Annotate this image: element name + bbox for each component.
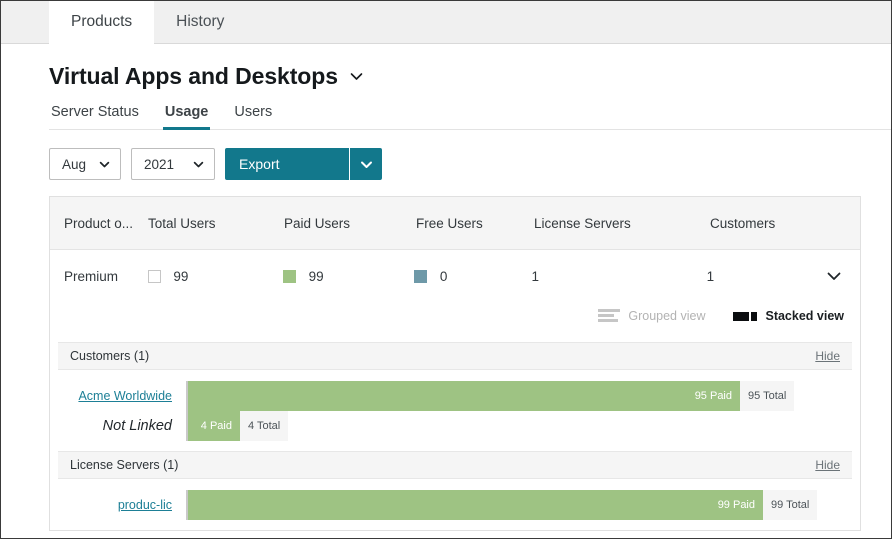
- subtab-usage[interactable]: Usage: [163, 104, 211, 130]
- table-header-row: Product o... Total Users Paid Users Free…: [50, 197, 860, 250]
- license-server-link-produc-lic[interactable]: produc-lic: [118, 498, 172, 512]
- stacked-bar-icon: [733, 312, 757, 321]
- bar-paid-label: 4 Paid: [201, 420, 232, 432]
- paid-users-value: 99: [309, 269, 324, 284]
- column-header-license-servers: License Servers: [534, 216, 710, 231]
- table-row[interactable]: Premium 99 99 0 1 1: [50, 250, 860, 302]
- column-header-total-users: Total Users: [148, 216, 284, 231]
- cell-free-users: 0: [414, 269, 531, 284]
- bar-paid-label: 95 Paid: [695, 390, 732, 402]
- bar-total-label: 95 Total: [740, 381, 794, 411]
- bar-paid-label: 99 Paid: [718, 499, 755, 511]
- page-title: Virtual Apps and Desktops: [49, 63, 338, 90]
- bar-group: 4 Paid 4 Total: [188, 411, 288, 441]
- export-button[interactable]: Export: [225, 148, 349, 180]
- cell-product: Premium: [50, 269, 148, 284]
- bar-paid[interactable]: 4 Paid: [188, 411, 240, 441]
- cell-paid-users: 99: [283, 269, 414, 284]
- column-header-free-users: Free Users: [416, 216, 534, 231]
- chart-view-toggle: Grouped view Stacked view: [50, 302, 860, 342]
- not-linked-label: Not Linked: [103, 418, 172, 434]
- year-select[interactable]: 2021: [131, 148, 215, 180]
- chart-area-license-servers: produc-lic 99 Paid 99 Total: [50, 479, 860, 530]
- chevron-down-icon: [192, 158, 205, 171]
- bar-group: 95 Paid 95 Total: [188, 381, 794, 411]
- tab-history[interactable]: History: [154, 1, 246, 43]
- export-dropdown-toggle[interactable]: [349, 148, 382, 180]
- chart-row-label-produc-lic: produc-lic: [58, 490, 186, 520]
- section-title-license-servers: License Servers (1): [70, 458, 178, 472]
- hide-link-license-servers[interactable]: Hide: [815, 458, 840, 472]
- usage-card: Product o... Total Users Paid Users Free…: [49, 196, 861, 531]
- bar-total-label: 99 Total: [763, 490, 817, 520]
- sub-tab-bar: Server Status Usage Users: [49, 104, 891, 130]
- tab-products[interactable]: Products: [49, 1, 154, 44]
- grouped-bars-icon: [598, 309, 620, 324]
- grouped-view-option[interactable]: Grouped view: [598, 309, 705, 324]
- column-header-paid-users: Paid Users: [284, 216, 416, 231]
- row-expand-toggle[interactable]: [824, 266, 860, 286]
- bar-total-label: 4 Total: [240, 411, 288, 441]
- free-users-value: 0: [440, 269, 448, 284]
- total-users-value: 99: [173, 269, 188, 284]
- bar-group: 99 Paid 99 Total: [188, 490, 817, 520]
- bar-paid[interactable]: 99 Paid: [188, 490, 763, 520]
- section-title-customers: Customers (1): [70, 349, 149, 363]
- chevron-down-icon[interactable]: [348, 68, 365, 85]
- chevron-down-icon: [98, 158, 111, 171]
- chart-plot: 99 Paid 99 Total: [186, 490, 852, 520]
- bar-paid[interactable]: 95 Paid: [188, 381, 740, 411]
- column-header-customers: Customers: [710, 216, 828, 231]
- chart-row-label-acme: Acme Worldwide: [58, 381, 186, 411]
- page-title-row: Virtual Apps and Desktops: [49, 44, 891, 90]
- column-header-product: Product o...: [50, 216, 148, 231]
- subtab-server-status[interactable]: Server Status: [49, 104, 141, 130]
- month-select-value: Aug: [62, 157, 86, 172]
- cell-license-servers: 1: [532, 269, 707, 284]
- chart-row-label-not-linked: Not Linked: [58, 411, 186, 441]
- chart-plot: 95 Paid 95 Total: [186, 381, 852, 411]
- section-header-customers: Customers (1) Hide: [58, 342, 852, 370]
- chart-row: Not Linked 4 Paid 4 Total: [58, 411, 852, 451]
- top-tab-bar: Products History: [1, 1, 891, 44]
- chart-plot: 4 Paid 4 Total: [186, 411, 852, 441]
- paid-users-swatch-icon: [283, 270, 296, 283]
- page-body: Virtual Apps and Desktops Server Status …: [1, 44, 891, 538]
- export-button-group: Export: [225, 148, 382, 180]
- grouped-view-label: Grouped view: [628, 309, 705, 323]
- year-select-value: 2021: [144, 157, 174, 172]
- application-window: Products History Virtual Apps and Deskto…: [0, 0, 892, 539]
- stacked-view-option[interactable]: Stacked view: [733, 309, 844, 323]
- subtab-users[interactable]: Users: [232, 104, 274, 130]
- chart-row: Acme Worldwide 95 Paid 95 Total: [58, 370, 852, 411]
- chart-row: produc-lic 99 Paid 99 Total: [58, 479, 852, 530]
- cell-customers: 1: [707, 269, 824, 284]
- filter-toolbar: Aug 2021 Export: [49, 148, 891, 180]
- chart-area-customers: Acme Worldwide 95 Paid 95 Total Not Lin: [50, 370, 860, 451]
- section-header-license-servers: License Servers (1) Hide: [58, 451, 852, 479]
- chevron-down-icon: [824, 266, 844, 286]
- chevron-down-icon: [359, 157, 374, 172]
- cell-total-users: 99: [148, 269, 283, 284]
- free-users-swatch-icon: [414, 270, 427, 283]
- month-select[interactable]: Aug: [49, 148, 121, 180]
- hide-link-customers[interactable]: Hide: [815, 349, 840, 363]
- stacked-view-label: Stacked view: [765, 309, 844, 323]
- total-users-swatch-icon: [148, 270, 161, 283]
- customer-link-acme[interactable]: Acme Worldwide: [78, 389, 172, 403]
